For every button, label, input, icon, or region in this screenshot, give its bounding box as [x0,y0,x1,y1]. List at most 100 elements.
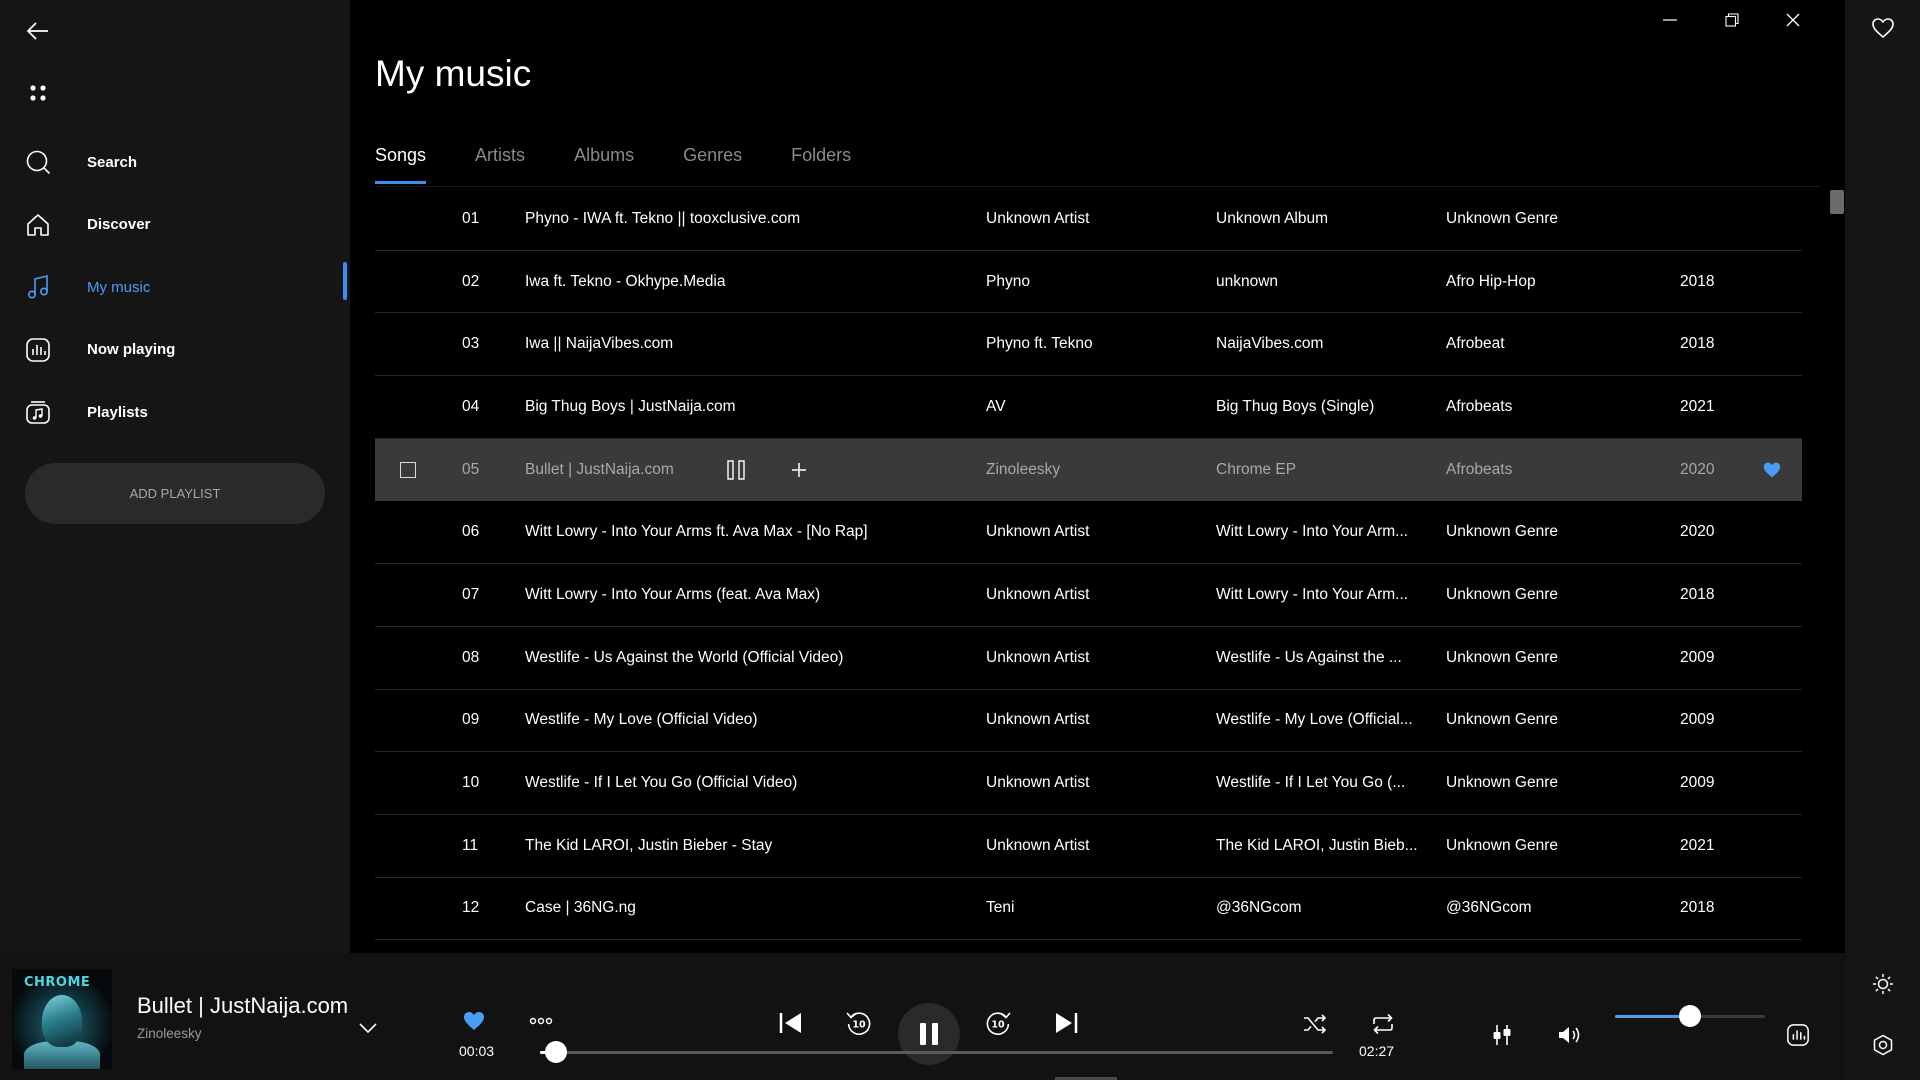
main-content: My music Songs Artists Albums Genres Fol… [350,0,1845,953]
volume-thumb[interactable] [1679,1005,1701,1027]
track-genre: Afro Hip-Hop [1446,272,1536,290]
table-row[interactable]: 02 Iwa ft. Tekno - Okhype.Media Phyno unkno… [375,251,1802,314]
back-button[interactable] [18,11,58,51]
track-title: Phyno - IWA ft. Tekno || tooxclusive.com [525,209,801,227]
rewind-10-button[interactable]: 10 [839,1003,879,1043]
theme-toggle-button[interactable] [1863,964,1903,1004]
minimize-button[interactable] [1640,0,1700,40]
sidebar-item-label: Playlists [87,403,148,421]
track-artist: Unknown Artist [986,836,1090,854]
sidebar-item-my-music[interactable]: My music [0,256,350,319]
tab-genres[interactable]: Genres [683,145,742,184]
track-title: Westlife - If I Let You Go (Official Vid… [525,774,798,792]
table-row[interactable]: 08 Westlife - Us Against the World (Offic… [375,627,1802,690]
shuffle-icon [1304,1014,1327,1034]
track-artist: AV [986,397,1006,415]
tab-songs[interactable]: Songs [375,145,427,184]
sidebar-item-now-playing[interactable]: Now playing [0,319,350,382]
table-row[interactable]: 12 Case | 36NG.ng Teni @36NGcom @36NGcom 2018 [375,878,1802,941]
now-playing-artist[interactable]: Zinoleesky [137,1026,202,1041]
speaker-icon [1559,1027,1580,1043]
equalizer-icon [1493,1025,1511,1045]
sidebar-item-label: Now playing [87,341,176,359]
add-playlist-button[interactable]: ADD PLAYLIST [25,463,325,524]
track-genre: Unknown Genre [1446,711,1559,729]
track-artist: Unknown Artist [986,648,1090,666]
track-title: Bullet | JustNaija.com [525,460,674,478]
favorites-button[interactable] [1863,8,1903,48]
close-button[interactable] [1763,0,1823,40]
track-album: Unknown Album [1216,209,1329,227]
row-add-button[interactable] [787,458,811,482]
album-art[interactable]: CHROME [12,969,112,1069]
progress-thumb[interactable] [544,1041,567,1063]
track-year: 2018 [1680,585,1715,603]
sidebar-item-search[interactable]: Search [0,131,350,194]
track-year: 2020 [1680,523,1715,541]
heart-filled-icon [1763,462,1781,477]
track-genre: Afrobeat [1446,335,1505,353]
table-row[interactable]: 03 Iwa || NaijaVibes.com Phyno ft. Tekno Na… [375,313,1802,377]
track-title: The Kid LAROI, Justin Bieber - Stay [525,836,773,854]
now-playing-title[interactable]: Bullet | JustNaija.com [137,993,348,1019]
home-icon [18,205,58,245]
row-checkbox[interactable] [400,461,416,478]
table-row[interactable]: 04 Big Thug Boys | JustNaija.com AV Big Thu… [375,376,1802,439]
track-year: 2021 [1680,397,1715,415]
table-row[interactable]: 06 Witt Lowry - Into Your Arms ft. Ava Ma… [375,501,1802,565]
settings-button[interactable] [1863,1025,1903,1065]
tab-artists[interactable]: Artists [475,145,525,184]
forward-10-button[interactable]: 10 [978,1003,1018,1043]
song-list: 01 Phyno - IWA ft. Tekno || tooxclusive.c… [375,188,1802,941]
more-options-button[interactable] [521,1001,561,1041]
volume-slider[interactable] [1615,1005,1765,1027]
right-rail [1845,0,1920,1080]
table-row[interactable]: 07 Witt Lowry - Into Your Arms (feat. Ava… [375,564,1802,627]
repeat-button[interactable] [1363,1004,1403,1044]
volume-button[interactable] [1550,1015,1590,1055]
sidebar-item-discover[interactable]: Discover [0,194,350,257]
app-menu-button[interactable] [18,73,58,113]
track-artist: Teni [986,899,1015,917]
expand-player-button[interactable] [348,1008,388,1048]
album-art-figure-head [42,995,82,1047]
track-album: Westlife - Us Against the ... [1216,648,1402,666]
row-pause-button[interactable] [724,458,748,482]
plus-icon [792,462,806,477]
track-album: unknown [1216,272,1279,290]
rewind-10-icon: 10 [846,1012,871,1035]
table-row[interactable]: 09 Westlife - My Love (Official Video) Unk… [375,690,1802,753]
track-title: Witt Lowry - Into Your Arms ft. Ava Max … [525,523,868,541]
previous-button[interactable] [771,1003,811,1043]
track-title: Westlife - My Love (Official Video) [525,711,758,729]
sidebar-item-playlists[interactable]: Playlists [0,381,350,444]
restore-button[interactable] [1702,0,1762,40]
player-bar: CHROME Bullet | JustNaija.com Zinoleesky… [0,953,1845,1080]
now-playing-icon [18,330,58,370]
track-artist: Unknown Artist [986,523,1090,541]
tab-albums[interactable]: Albums [574,145,634,184]
table-row[interactable]: 01 Phyno - IWA ft. Tekno || tooxclusive.c… [375,188,1802,251]
track-genre: Unknown Genre [1446,585,1559,603]
tabs-divider [375,186,1820,187]
pause-button[interactable] [898,1003,960,1065]
track-number: 08 [462,648,480,666]
equalizer-button[interactable] [1482,1015,1522,1055]
next-button[interactable] [1046,1003,1086,1043]
table-row[interactable]: 10 Westlife - If I Let You Go (Official V… [375,752,1802,815]
sidebar-item-label: Search [87,153,138,171]
progress-bar[interactable] [540,1041,1333,1063]
track-genre: Unknown Genre [1446,648,1559,666]
like-button[interactable] [454,1001,494,1041]
mini-player-button[interactable] [1778,1015,1818,1055]
tab-folders[interactable]: Folders [791,145,851,184]
row-like-button[interactable] [1760,458,1784,482]
table-row[interactable]: 05 Bullet | JustNaija.com Zinoleesky Chrome… [375,438,1802,502]
table-row[interactable]: 11 The Kid LAROI, Justin Bieber - Stay Unk… [375,815,1802,878]
track-number: 12 [462,899,480,917]
shuffle-button[interactable] [1295,1004,1335,1044]
playlists-icon [18,392,58,432]
track-album: Witt Lowry - Into Your Arm... [1216,523,1409,541]
song-list-scrollbar[interactable] [1830,190,1844,214]
track-number: 09 [462,711,480,729]
